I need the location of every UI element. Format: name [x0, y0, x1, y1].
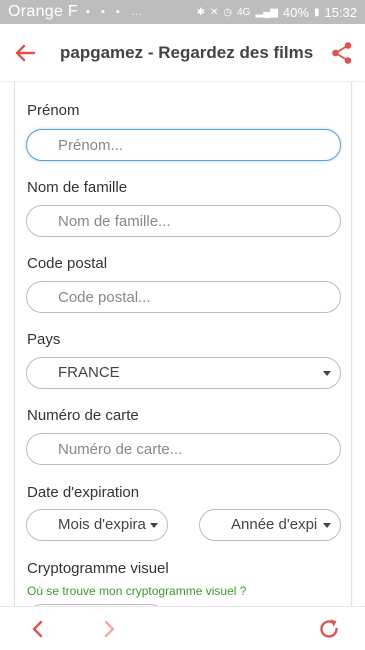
browser-forward-button[interactable] — [88, 607, 132, 650]
chevron-right-icon — [104, 620, 115, 638]
country-value: FRANCE — [58, 364, 120, 381]
month-value: Mois d'expira — [58, 516, 146, 533]
caret-down-icon — [150, 523, 158, 528]
battery-level: 40% — [282, 4, 309, 20]
carrier-name: Orange F — [8, 3, 78, 20]
first-name-label: Prénom — [27, 102, 80, 119]
last-name-label: Nom de famille — [27, 179, 128, 196]
year-value: Année d'expi — [231, 516, 317, 533]
caret-down-icon — [323, 523, 331, 528]
country-label: Pays — [27, 331, 61, 348]
card-number-input[interactable] — [26, 433, 341, 465]
chevron-left-icon — [32, 620, 43, 638]
status-bar: Orange F ▪ ▪ ▪ … ✱ ✕ ◷ 4G ▂▄▆ 40% ▮ 15:3… — [0, 0, 365, 24]
reload-button[interactable] — [307, 607, 351, 650]
last-name-input[interactable] — [26, 205, 341, 237]
country-select[interactable]: FRANCE — [26, 357, 341, 389]
expiration-label: Date d'expiration — [27, 484, 140, 501]
app-bar: papgamez - Regardez des films — [0, 24, 365, 82]
payment-form: Prénom Nom de famille Code postal Pays F… — [14, 82, 352, 606]
card-number-label: Numéro de carte — [27, 407, 139, 424]
expiration-year-select[interactable]: Année d'expi — [199, 509, 341, 541]
caret-down-icon — [323, 371, 331, 376]
bottom-nav — [0, 606, 365, 650]
mute-icon: ✕ — [209, 6, 219, 18]
share-button[interactable] — [319, 24, 365, 82]
cvv-label: Cryptogramme visuel — [27, 560, 169, 577]
notification-icons: ▪ ▪ ▪ … — [86, 6, 146, 18]
battery-icon: ▮ — [313, 6, 320, 18]
page-title: papgamez - Regardez des films — [60, 42, 314, 62]
alarm-icon: ◷ — [223, 6, 233, 18]
browser-back-button[interactable] — [15, 607, 59, 650]
page-content: Prénom Nom de famille Code postal Pays F… — [0, 82, 365, 606]
postal-code-input[interactable] — [26, 281, 341, 313]
first-name-input[interactable] — [26, 129, 341, 161]
postal-code-label: Code postal — [27, 255, 108, 272]
arrow-left-icon — [15, 44, 36, 61]
signal-icon: ▂▄▆ — [255, 6, 278, 18]
back-button[interactable] — [0, 24, 50, 82]
bluetooth-icon: ✱ — [196, 6, 205, 18]
refresh-icon — [320, 619, 338, 638]
network-type: 4G — [237, 6, 251, 18]
expiration-month-select[interactable]: Mois d'expira — [26, 509, 168, 541]
clock: 15:32 — [324, 4, 357, 20]
status-right: ✱ ✕ ◷ 4G ▂▄▆ 40% ▮ 15:32 — [197, 5, 357, 20]
cvv-help-link[interactable]: Où se trouve mon cryptogramme visuel ? — [27, 584, 246, 598]
share-icon — [332, 41, 352, 64]
